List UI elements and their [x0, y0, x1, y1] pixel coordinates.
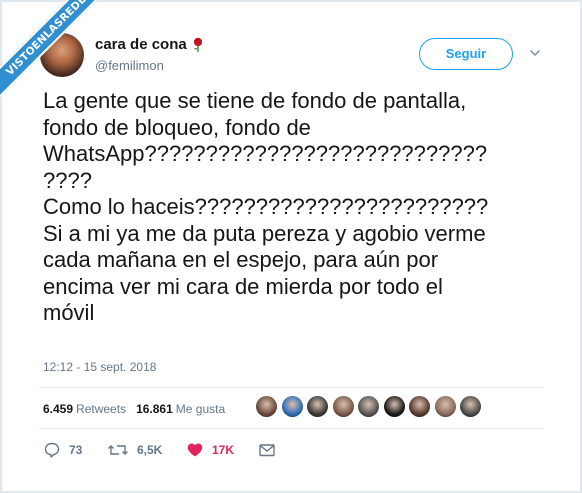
- user-name-row[interactable]: cara de cona: [95, 36, 205, 53]
- liker-avatars: [256, 396, 486, 417]
- tweet-line: Como lo haceis????????????????????????: [43, 194, 489, 219]
- timestamp[interactable]: 12:12 - 15 sept. 2018: [43, 360, 156, 374]
- like-count: 17K: [212, 443, 235, 457]
- reply-icon: [44, 442, 60, 458]
- tweet-line: Si a mi ya me da puta pereza y agobio ve…: [43, 220, 486, 246]
- liker-avatar[interactable]: [307, 396, 328, 417]
- reply-count: 73: [69, 443, 83, 457]
- tweet-line: ????: [43, 167, 92, 193]
- liker-avatar[interactable]: [409, 396, 430, 417]
- retweet-count: 6,5K: [137, 443, 163, 457]
- reply-action[interactable]: 73: [43, 441, 82, 459]
- liker-avatar[interactable]: [434, 396, 456, 417]
- envelope-icon: [259, 444, 275, 457]
- like-action[interactable]: 17K: [186, 441, 234, 459]
- liker-avatar[interactable]: [256, 396, 277, 417]
- tweet-line: La gente que se tiene de fondo de pantal…: [43, 88, 467, 113]
- divider: [39, 387, 543, 388]
- tweet-line: WhatsApp????????????????????????????: [43, 141, 488, 166]
- tweet-line: encima ver mi cara de mierda por todo el: [43, 273, 443, 299]
- rose-icon: [193, 37, 202, 52]
- retweets-count[interactable]: 6.459: [43, 402, 73, 416]
- retweet-action[interactable]: 6,5K: [107, 441, 162, 459]
- retweet-icon: [108, 445, 128, 455]
- direct-message-action[interactable]: [258, 441, 276, 459]
- likes-label[interactable]: Me gusta: [176, 402, 225, 416]
- divider: [39, 428, 543, 429]
- liker-avatar[interactable]: [281, 396, 303, 417]
- retweets-label[interactable]: Retweets: [76, 402, 126, 416]
- follow-button[interactable]: Seguir: [419, 38, 513, 70]
- engagement-stats: 6.459 Retweets 16.861 Me gusta: [43, 402, 235, 416]
- tweet-line: móvil: [43, 300, 95, 325]
- display-name[interactable]: cara de cona: [95, 36, 187, 53]
- liker-avatar[interactable]: [383, 396, 405, 417]
- heart-icon: [187, 443, 203, 457]
- liker-avatar[interactable]: [358, 396, 379, 417]
- liker-avatar[interactable]: [332, 396, 354, 417]
- liker-avatar[interactable]: [460, 396, 481, 417]
- chevron-down-icon[interactable]: [529, 48, 541, 58]
- tweet-text: La gente que se tiene de fondo de pantal…: [43, 88, 548, 327]
- user-handle[interactable]: @femilimon: [95, 58, 164, 73]
- tweet-line: cada mañana en el espejo, para aún por: [43, 247, 439, 272]
- likes-count[interactable]: 16.861: [136, 402, 173, 416]
- tweet-line: fondo de bloqueo, fondo de: [43, 114, 311, 140]
